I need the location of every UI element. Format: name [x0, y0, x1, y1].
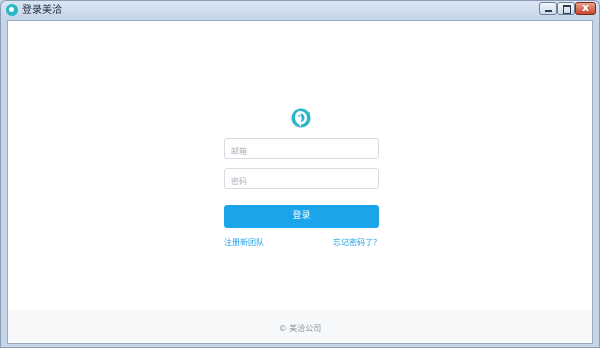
register-team-link[interactable]: 注册新团队 — [224, 237, 264, 248]
window-title: 登录美洽 — [22, 5, 62, 16]
title-bar[interactable]: 登录美洽 x — [1, 1, 599, 21]
password-field[interactable] — [224, 168, 379, 191]
maximize-icon — [563, 5, 571, 14]
close-button[interactable]: x — [575, 1, 596, 15]
copyright-text: © 美洽公司 — [278, 324, 322, 333]
bird-chat-logo-icon — [291, 108, 311, 128]
forgot-password-link[interactable]: 忘记密码了？ — [333, 237, 381, 248]
email-field[interactable] — [224, 138, 379, 161]
login-button[interactable]: 登录 — [224, 205, 379, 228]
password-input[interactable] — [225, 172, 378, 191]
email-input[interactable] — [225, 142, 378, 161]
footer: © 美洽公司 — [8, 310, 592, 343]
maximize-button[interactable] — [557, 2, 575, 15]
close-icon: x — [581, 1, 590, 14]
app-window: 登录美洽 x 登录 注册新团队 忘记密码了？ © 美洽公司 — [0, 0, 600, 348]
minimize-button[interactable] — [539, 2, 557, 15]
login-panel: 登录 注册新团队 忘记密码了？ © 美洽公司 — [7, 20, 593, 344]
minimize-icon — [545, 10, 552, 12]
app-logo-icon — [6, 4, 18, 16]
